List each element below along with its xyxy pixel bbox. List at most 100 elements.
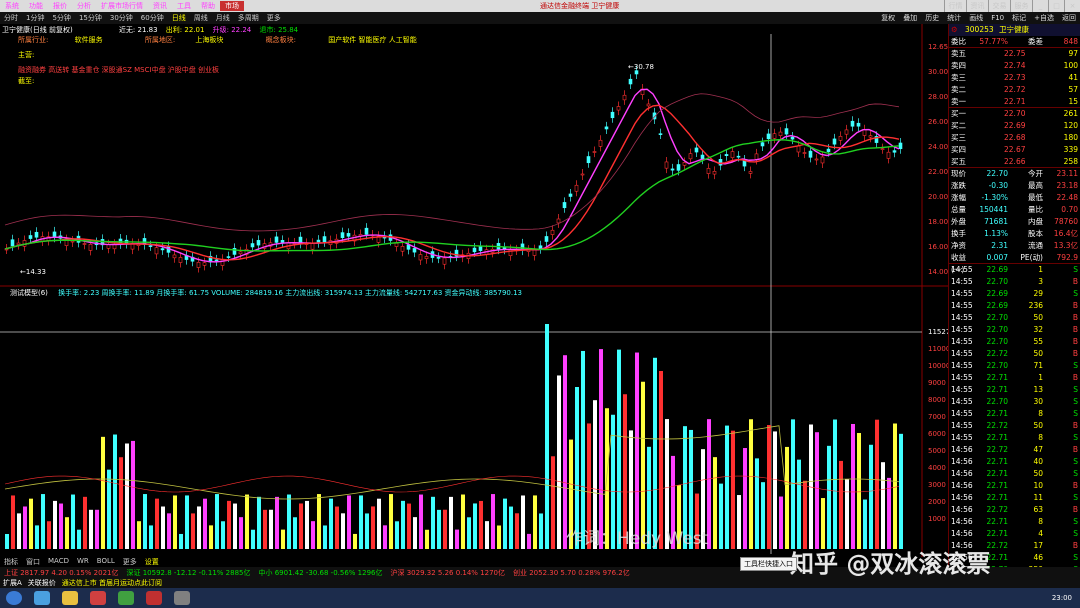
tick-row-cell: 13 xyxy=(1033,385,1043,394)
volume-bar xyxy=(155,498,159,549)
quote-row: 涨幅 -1.30% 最低 22.48 xyxy=(949,192,1080,204)
volume-bar xyxy=(95,509,99,549)
menu-item[interactable]: 报价 xyxy=(48,1,72,11)
volume-bar xyxy=(299,503,303,549)
maximize-icon[interactable]: □ xyxy=(1048,0,1064,12)
index-item[interactable]: 深证 10592.8 -12.12 -0.11% 2885亿 xyxy=(123,568,255,578)
menu-item[interactable]: 功能 xyxy=(24,1,48,11)
menu-item[interactable]: 分析 xyxy=(72,1,96,11)
window-tab[interactable]: 服务 xyxy=(1010,0,1032,12)
sell-row-cell: 97 xyxy=(1068,49,1078,58)
volume-bar xyxy=(557,375,561,549)
menu-item[interactable]: 扩展市场行情 xyxy=(96,1,148,11)
status-text[interactable]: 通达信上市 首届月运动点此订阅 xyxy=(59,578,165,588)
industry-label: 所属行业: xyxy=(18,36,49,44)
period-tab[interactable]: 5分钟 xyxy=(48,13,74,23)
app-icon[interactable] xyxy=(146,591,162,605)
menu-item[interactable]: 系统 xyxy=(0,1,24,11)
candle-body xyxy=(28,235,33,239)
candle-body xyxy=(772,133,777,139)
region-label: 所属地区: xyxy=(144,36,176,44)
toolbar-button[interactable]: 复权 xyxy=(877,12,899,24)
volume-bar xyxy=(473,503,477,549)
menu-item[interactable]: 资讯 xyxy=(148,1,172,11)
toolbar-button[interactable]: 标记 xyxy=(1008,12,1030,24)
buy-row: 买四 22.67 339 xyxy=(949,144,1080,156)
period-tab[interactable]: 30分钟 xyxy=(106,13,137,23)
window-tab[interactable]: 交易 xyxy=(988,0,1010,12)
volume-bar xyxy=(41,494,45,549)
close-icon[interactable]: × xyxy=(1064,0,1080,12)
volume-bar xyxy=(191,513,195,549)
index-item[interactable]: 中小 6901.42 -30.68 -0.56% 1296亿 xyxy=(255,568,387,578)
candle-body xyxy=(322,236,327,243)
volume-bar xyxy=(377,498,381,549)
index-item[interactable]: 沪深 3029.32 5.26 0.14% 1270亿 xyxy=(387,568,510,578)
tick-row-cell: 47 xyxy=(1033,445,1043,454)
candle-body xyxy=(364,227,369,235)
app-icon[interactable] xyxy=(174,591,190,605)
indicator-tab[interactable]: MACD xyxy=(44,557,73,567)
candle-body xyxy=(148,245,153,247)
toolbar-button[interactable]: +自选 xyxy=(1030,12,1058,24)
indicator-tab[interactable]: 设置 xyxy=(141,557,163,567)
tick-row-cell: B xyxy=(1072,373,1078,382)
period-tab[interactable]: 多周期 xyxy=(234,13,263,23)
index-item[interactable]: 上证 2817.97 4.20 0.15% 2021亿 xyxy=(0,568,123,578)
folder-icon[interactable] xyxy=(62,591,78,605)
volume-bar xyxy=(305,500,309,549)
start-icon[interactable] xyxy=(6,591,22,605)
candle-body xyxy=(898,142,903,150)
window-tab[interactable]: 资讯 xyxy=(966,0,988,12)
toolbar-button[interactable]: 叠加 xyxy=(899,12,921,24)
gear-icon[interactable]: ⚙ xyxy=(949,24,965,36)
sell-row-cell: 卖二 xyxy=(951,85,966,94)
indicator-tab[interactable]: BOLL xyxy=(93,557,119,567)
browser-icon[interactable] xyxy=(34,591,50,605)
tick-row-cell: 22.72 xyxy=(986,421,1008,430)
volume-bar xyxy=(383,525,387,549)
concept-label: 概念板块: xyxy=(265,36,297,44)
menu-item[interactable]: 工具 xyxy=(172,1,196,11)
app-icon[interactable] xyxy=(90,591,106,605)
toolbar-button[interactable]: 历史 xyxy=(921,12,943,24)
period-tab[interactable]: 60分钟 xyxy=(137,13,168,23)
indicator-tab[interactable]: WR xyxy=(73,557,93,567)
candle-body xyxy=(736,155,741,158)
toolbar-button[interactable]: 画线 xyxy=(965,12,987,24)
clock: 23:00 xyxy=(1051,594,1072,602)
volume-bar xyxy=(863,499,867,549)
indicator-tab[interactable]: 指标 xyxy=(0,557,22,567)
period-tab[interactable]: 月线 xyxy=(212,13,234,23)
period-tab[interactable]: 日线 xyxy=(168,13,190,23)
minimize-icon[interactable]: _ xyxy=(1032,0,1048,12)
app-icon[interactable] xyxy=(118,591,134,605)
indicator-tab[interactable]: 窗口 xyxy=(22,557,44,567)
period-tab[interactable]: 15分钟 xyxy=(75,13,106,23)
menu-item[interactable]: 市场 xyxy=(220,1,244,11)
candle-body xyxy=(688,153,693,160)
candle-body xyxy=(598,139,603,147)
toolbar-button[interactable]: 统计 xyxy=(943,12,965,24)
period-tab[interactable]: 更多 xyxy=(263,13,285,23)
volume-bar xyxy=(413,517,417,549)
tick-row-cell: B xyxy=(1072,337,1078,346)
index-item[interactable]: 创业 2052.30 5.70 0.28% 976.2亿 xyxy=(509,568,634,578)
tick-row-cell: 14:55 xyxy=(951,385,973,394)
status-item[interactable]: 关联报价 xyxy=(25,578,59,588)
status-item[interactable]: 扩展A xyxy=(0,578,25,588)
quote-row-cell: 量比 xyxy=(1028,205,1043,214)
quote-row-cell: 换手 xyxy=(951,229,966,238)
period-tab[interactable]: 1分钟 xyxy=(22,13,48,23)
quote-row-cell: 0.70 xyxy=(1061,205,1078,214)
period-tab[interactable]: 周线 xyxy=(190,13,212,23)
window-tab[interactable]: 行情 xyxy=(944,0,966,12)
period-tab[interactable]: 分时 xyxy=(0,13,22,23)
menu-item[interactable]: 帮助 xyxy=(196,1,220,11)
toolbar-button[interactable]: 返回 xyxy=(1058,12,1080,24)
toolbar-button[interactable]: F10 xyxy=(987,12,1008,24)
tick-row-cell: 14:55 xyxy=(951,265,973,274)
indicator-tab[interactable]: 更多 xyxy=(119,557,141,567)
tick-row-cell: 50 xyxy=(1033,349,1043,358)
quote-row: 换手 1.13% 股本 16.4亿 xyxy=(949,228,1080,240)
